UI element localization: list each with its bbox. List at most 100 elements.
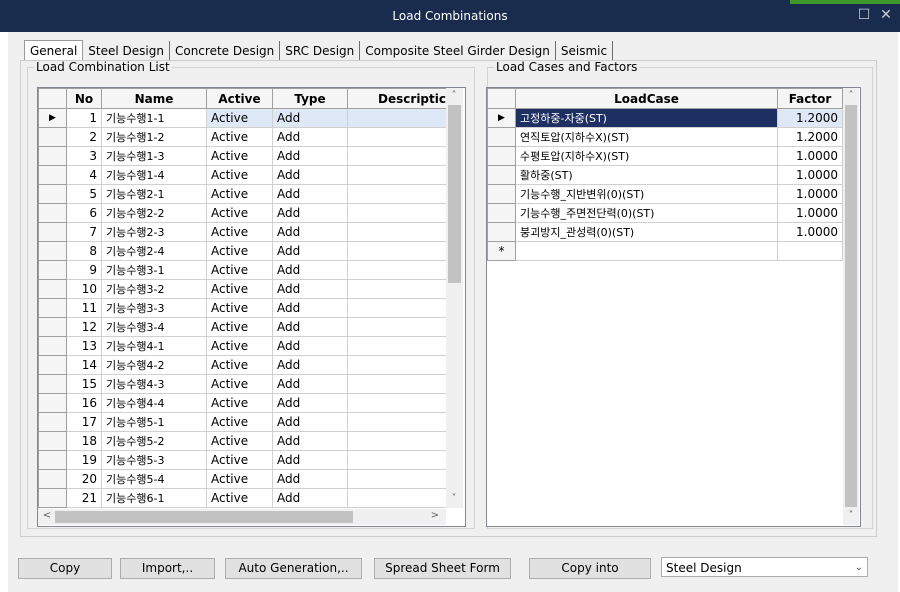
vertical-scrollbar[interactable]: ˄ ˅ <box>843 88 859 525</box>
cell-name[interactable]: 기능수행2-3 <box>101 222 207 242</box>
cell-description[interactable] <box>347 127 449 147</box>
tab-src-design[interactable]: SRC Design <box>280 41 361 60</box>
table-row[interactable]: ▶ 1 기능수행1-1 Active Add <box>38 108 449 128</box>
table-row[interactable]: 기능수행_지반변위(0)(ST) 1.0000 <box>487 184 843 204</box>
cell-name[interactable]: 기능수행5-4 <box>101 469 207 489</box>
cell-description[interactable] <box>347 488 449 508</box>
cell-type[interactable]: Add <box>272 412 348 432</box>
import-button[interactable]: Import,.. <box>120 558 215 579</box>
cell-description[interactable] <box>347 355 449 375</box>
cell-active[interactable]: Active <box>206 374 273 394</box>
cell-description[interactable] <box>347 184 449 204</box>
row-selector[interactable] <box>38 393 67 413</box>
cell-active[interactable]: Active <box>206 469 273 489</box>
scroll-left-icon[interactable]: < <box>40 510 54 522</box>
cell-name[interactable]: 기능수행3-1 <box>101 260 207 280</box>
cell-no[interactable]: 18 <box>66 431 102 451</box>
cell-name[interactable]: 기능수행4-2 <box>101 355 207 375</box>
row-selector[interactable] <box>38 260 67 280</box>
cell-active[interactable]: Active <box>206 203 273 223</box>
table-row[interactable]: 13 기능수행4-1 Active Add <box>38 336 449 356</box>
cell-no[interactable]: 17 <box>66 412 102 432</box>
cell-no[interactable]: 6 <box>66 203 102 223</box>
cell-loadcase[interactable]: 활하중(ST) <box>515 165 778 185</box>
table-row[interactable]: 11 기능수행3-3 Active Add <box>38 298 449 318</box>
cell-name[interactable]: 기능수행5-1 <box>101 412 207 432</box>
cell-active[interactable]: Active <box>206 222 273 242</box>
cell-active[interactable]: Active <box>206 279 273 299</box>
cell-loadcase[interactable]: 고정하중-자중(ST) <box>515 108 778 128</box>
cell-name[interactable]: 기능수행3-4 <box>101 317 207 337</box>
tab-seismic[interactable]: Seismic <box>556 41 614 60</box>
cell-type[interactable]: Add <box>272 203 348 223</box>
cell-active[interactable]: Active <box>206 127 273 147</box>
copy-into-button[interactable]: Copy into <box>529 558 651 579</box>
table-row[interactable]: 17 기능수행5-1 Active Add <box>38 412 449 432</box>
cell-no[interactable]: 13 <box>66 336 102 356</box>
row-selector[interactable] <box>38 146 67 166</box>
row-selector[interactable] <box>38 165 67 185</box>
row-selector[interactable] <box>38 469 67 489</box>
cell-type[interactable]: Add <box>272 279 348 299</box>
cell-active[interactable]: Active <box>206 412 273 432</box>
cell-active[interactable]: Active <box>206 336 273 356</box>
close-icon[interactable]: ✕ <box>878 7 894 23</box>
row-selector[interactable]: ▶ <box>487 108 516 128</box>
cell-type[interactable]: Add <box>272 317 348 337</box>
column-header-type[interactable]: Type <box>272 88 348 109</box>
column-header-loadcase[interactable]: LoadCase <box>515 88 778 109</box>
cell-type[interactable]: Add <box>272 355 348 375</box>
cell-factor[interactable]: 1.0000 <box>777 146 843 166</box>
tab-composite-steel-girder-design[interactable]: Composite Steel Girder Design <box>360 41 556 60</box>
cell-description[interactable] <box>347 317 449 337</box>
table-row[interactable]: 붕괴방지_관성력(0)(ST) 1.0000 <box>487 222 843 242</box>
cell-description[interactable] <box>347 336 449 356</box>
cell-active[interactable]: Active <box>206 184 273 204</box>
cell-description[interactable] <box>347 374 449 394</box>
cell-name[interactable]: 기능수행5-2 <box>101 431 207 451</box>
row-selector[interactable] <box>38 431 67 451</box>
row-selector[interactable] <box>487 203 516 223</box>
cell-factor[interactable] <box>777 241 843 261</box>
table-row[interactable]: 12 기능수행3-4 Active Add <box>38 317 449 337</box>
table-row[interactable]: 연직토압(지하수X)(ST) 1.2000 <box>487 127 843 147</box>
cell-active[interactable]: Active <box>206 108 273 128</box>
row-selector[interactable] <box>487 165 516 185</box>
row-selector[interactable] <box>38 203 67 223</box>
row-selector[interactable] <box>487 146 516 166</box>
table-row[interactable]: 18 기능수행5-2 Active Add <box>38 431 449 451</box>
scrollbar-thumb[interactable] <box>448 105 461 283</box>
row-selector[interactable] <box>38 450 67 470</box>
table-row[interactable]: 16 기능수행4-4 Active Add <box>38 393 449 413</box>
cell-type[interactable]: Add <box>272 336 348 356</box>
table-row[interactable]: 수평토압(지하수X)(ST) 1.0000 <box>487 146 843 166</box>
table-row[interactable]: 19 기능수행5-3 Active Add <box>38 450 449 470</box>
cell-type[interactable]: Add <box>272 184 348 204</box>
cell-no[interactable]: 16 <box>66 393 102 413</box>
cell-loadcase[interactable]: 기능수행_지반변위(0)(ST) <box>515 184 778 204</box>
table-row[interactable]: 2 기능수행1-2 Active Add <box>38 127 449 147</box>
row-selector[interactable] <box>487 184 516 204</box>
cell-factor[interactable]: 1.0000 <box>777 184 843 204</box>
auto-generation-button[interactable]: Auto Generation,.. <box>225 558 362 579</box>
cell-type[interactable]: Add <box>272 165 348 185</box>
cell-description[interactable] <box>347 469 449 489</box>
table-row[interactable]: 10 기능수행3-2 Active Add <box>38 279 449 299</box>
row-selector[interactable] <box>38 222 67 242</box>
cell-loadcase[interactable] <box>515 241 778 261</box>
cell-active[interactable]: Active <box>206 355 273 375</box>
table-row[interactable]: 기능수행_주면전단력(0)(ST) 1.0000 <box>487 203 843 223</box>
cell-no[interactable]: 20 <box>66 469 102 489</box>
cell-type[interactable]: Add <box>272 450 348 470</box>
cell-type[interactable]: Add <box>272 393 348 413</box>
cell-factor[interactable]: 1.0000 <box>777 203 843 223</box>
horizontal-scrollbar[interactable]: < > <box>38 509 446 525</box>
row-selector[interactable] <box>38 127 67 147</box>
load-cases-grid[interactable]: LoadCase Factor ▶ 고정하중-자중(ST) 1.2000 연직토압(지… <box>486 87 861 527</box>
column-header-name[interactable]: Name <box>101 88 207 109</box>
cell-no[interactable]: 8 <box>66 241 102 261</box>
cell-no[interactable]: 12 <box>66 317 102 337</box>
table-row[interactable]: 9 기능수행3-1 Active Add <box>38 260 449 280</box>
scroll-down-icon[interactable]: ˅ <box>447 493 461 505</box>
column-header-description[interactable]: Descriptic <box>347 88 449 109</box>
